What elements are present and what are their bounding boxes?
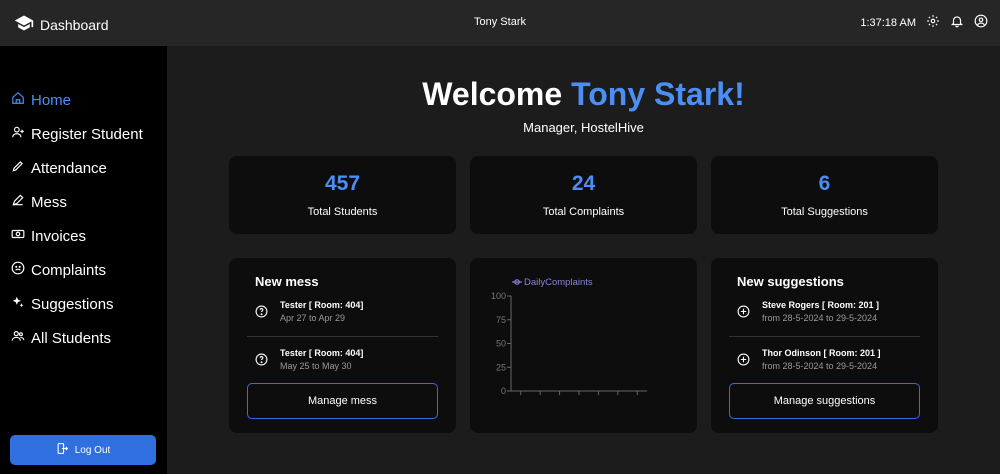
sidebar: Home Register Student Attendance Mess In… xyxy=(0,46,167,474)
stat-label: Total Complaints xyxy=(542,206,625,218)
stat-card-complaints: 24 Total Complaints xyxy=(470,156,697,234)
divider xyxy=(729,336,920,337)
welcome-name: Tony Stark! xyxy=(571,76,745,112)
sidebar-item-label: Mess xyxy=(31,193,67,211)
sidebar-item-attendance[interactable]: Attendance xyxy=(11,159,107,177)
money-icon xyxy=(11,227,25,245)
pencil-icon xyxy=(11,159,25,177)
entry-name: Steve Rogers [ Room: 201 ] xyxy=(762,300,880,310)
entry-name: Tester [ Room: 404] xyxy=(280,300,364,310)
stat-value: 24 xyxy=(571,172,596,195)
user-plus-icon xyxy=(11,125,25,143)
entry-dates: from 28-5-2024 to 29-5-2024 xyxy=(762,361,878,371)
list-item: Tester [ Room: 404] May 25 to May 30 xyxy=(255,348,363,371)
y-tick-label: 75 xyxy=(496,315,506,325)
stat-label: Total Students xyxy=(307,206,378,218)
sidebar-item-label: Suggestions xyxy=(31,295,114,313)
sidebar-item-label: Register Student xyxy=(31,125,143,143)
logout-button[interactable]: Log Out xyxy=(10,435,156,465)
home-icon xyxy=(11,91,25,109)
new-mess-panel: New mess Tester [ Room: 404] Apr 27 to A… xyxy=(229,258,456,433)
entry-dates: Apr 27 to Apr 29 xyxy=(280,313,346,323)
chart-svg: DailyComplaints 0 25 50 75 100 xyxy=(491,277,647,396)
sparkles-icon xyxy=(11,295,25,313)
plus-circle-icon xyxy=(737,348,750,371)
sidebar-item-register-student[interactable]: Register Student xyxy=(11,125,143,143)
new-suggestions-panel: New suggestions Steve Rogers [ Room: 201… xyxy=(711,258,938,433)
list-item: Thor Odinson [ Room: 201 ] from 28-5-202… xyxy=(737,348,881,371)
sidebar-item-complaints[interactable]: Complaints xyxy=(11,261,106,279)
panel-title: New suggestions xyxy=(737,274,844,289)
daily-complaints-chart: DailyComplaints 0 25 50 75 100 xyxy=(470,258,697,433)
sidebar-item-all-students[interactable]: All Students xyxy=(11,329,111,347)
chart-legend: DailyComplaints xyxy=(512,277,593,288)
list-item: Tester [ Room: 404] Apr 27 to Apr 29 xyxy=(255,300,363,323)
stat-card-students: 457 Total Students xyxy=(229,156,456,234)
account-icon[interactable] xyxy=(974,14,988,31)
legend-label: DailyComplaints xyxy=(524,277,593,288)
y-tick-label: 50 xyxy=(496,339,506,349)
list-item: Steve Rogers [ Room: 201 ] from 28-5-202… xyxy=(737,300,879,323)
users-icon xyxy=(11,329,25,347)
sidebar-item-label: All Students xyxy=(31,329,112,347)
stat-value: 6 xyxy=(818,172,831,195)
role-subtitle: Manager, HostelHive xyxy=(523,120,644,135)
clock-time: 1:37:18 AM xyxy=(860,16,916,29)
sidebar-item-label: Invoices xyxy=(31,227,87,245)
panel-title: New mess xyxy=(255,274,319,289)
manage-mess-button[interactable]: Manage mess xyxy=(247,383,438,419)
stat-card-suggestions: 6 Total Suggestions xyxy=(711,156,938,234)
entry-dates: May 25 to May 30 xyxy=(280,361,352,371)
frown-icon xyxy=(11,261,25,279)
settings-icon[interactable] xyxy=(926,14,940,31)
entry-name: Tester [ Room: 404] xyxy=(280,348,364,358)
sidebar-item-home[interactable]: Home xyxy=(11,91,71,109)
y-tick-label: 100 xyxy=(491,291,506,301)
plus-circle-icon xyxy=(737,300,750,323)
y-tick-label: 25 xyxy=(496,362,506,372)
bell-icon[interactable] xyxy=(950,14,964,31)
top-bar: Dashboard Tony Stark 1:37:18 AM xyxy=(0,0,1000,46)
entry-dates: from 28-5-2024 to 29-5-2024 xyxy=(762,313,878,323)
pen-icon xyxy=(11,193,25,211)
help-circle-icon xyxy=(255,348,268,371)
sidebar-item-label: Home xyxy=(31,91,72,109)
stat-label: Total Suggestions xyxy=(781,206,868,218)
user-name-header: Tony Stark xyxy=(474,16,526,28)
sidebar-item-label: Attendance xyxy=(31,159,107,177)
sidebar-item-mess[interactable]: Mess xyxy=(11,193,67,211)
sidebar-item-suggestions[interactable]: Suggestions xyxy=(11,295,114,313)
logout-label: Log Out xyxy=(74,444,111,456)
y-tick-label: 0 xyxy=(501,386,506,396)
welcome-prefix: Welcome xyxy=(422,76,563,112)
help-circle-icon xyxy=(255,300,268,323)
sidebar-item-label: Complaints xyxy=(31,261,107,279)
sidebar-item-invoices[interactable]: Invoices xyxy=(11,227,86,245)
entry-name: Thor Odinson [ Room: 201 ] xyxy=(762,348,881,358)
stat-value: 457 xyxy=(324,172,361,195)
welcome-heading: Welcome Tony Stark! xyxy=(167,76,1000,113)
divider xyxy=(247,336,438,337)
logout-icon xyxy=(56,442,69,458)
manage-suggestions-button[interactable]: Manage suggestions xyxy=(729,383,920,419)
